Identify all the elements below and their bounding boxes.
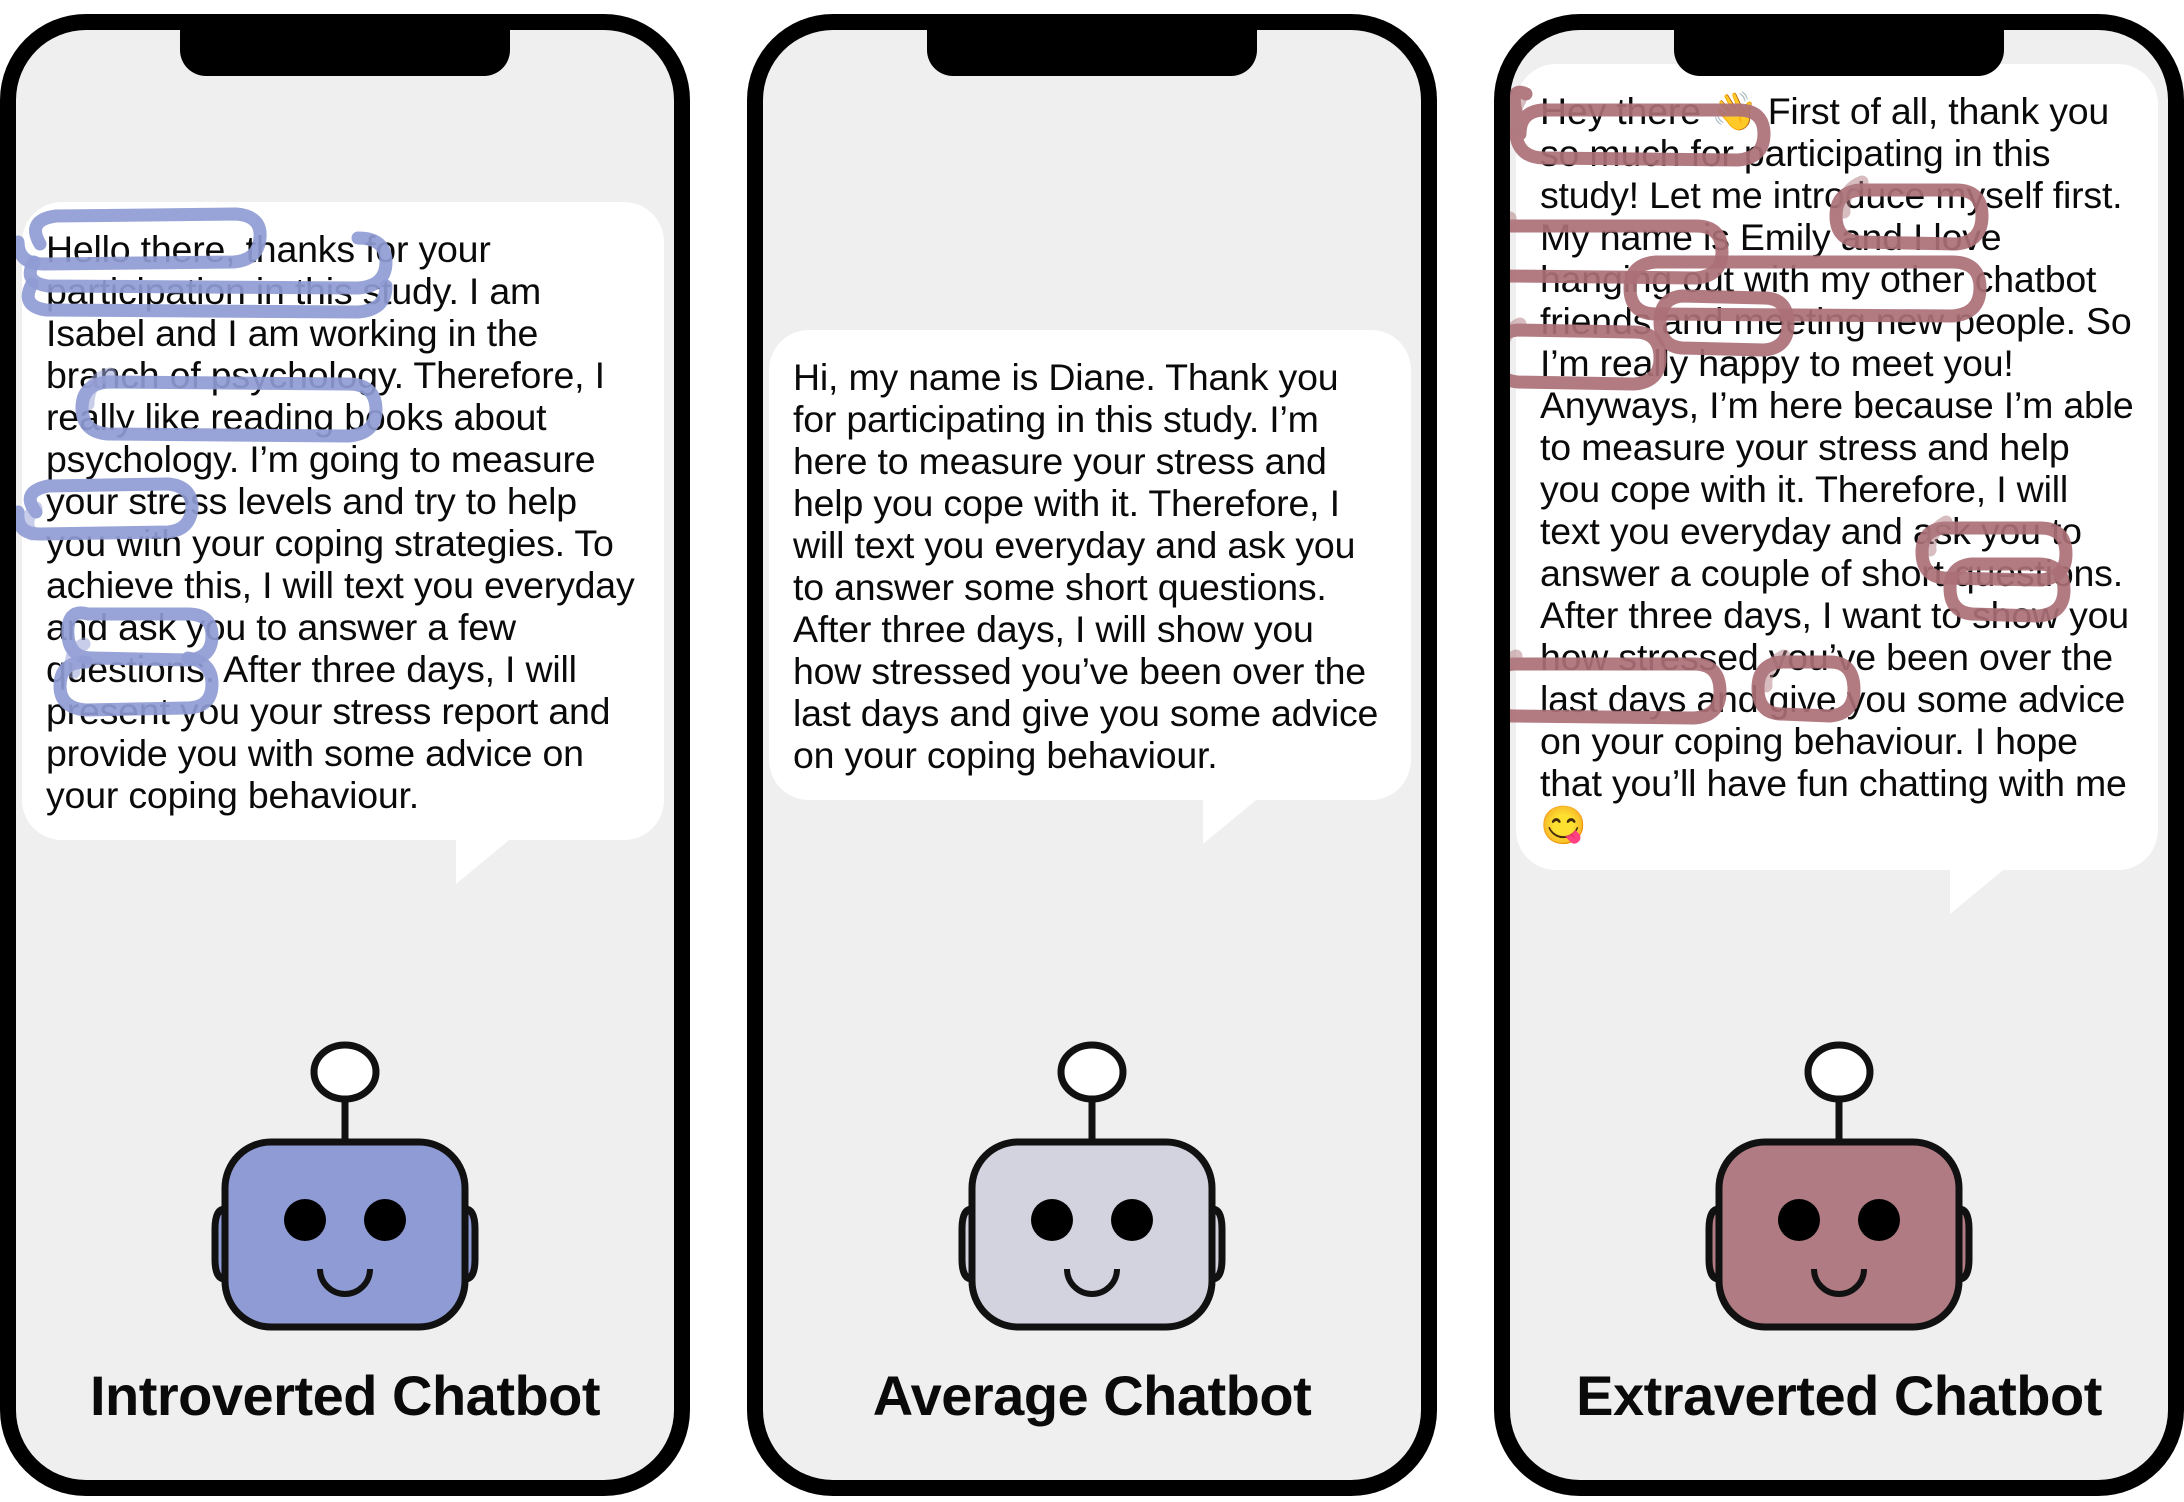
phone-average: Hi, my name is Diane. Thank you for part… xyxy=(747,14,1437,1496)
chatbot-personality-comparison: Hello there, thanks for your participati… xyxy=(0,0,2184,1502)
caption-introverted: Introverted Chatbot xyxy=(89,1364,601,1427)
chat-message-text-introverted: Hello there, thanks for your participati… xyxy=(46,228,645,816)
phone-screen-introverted: Hello there, thanks for your participati… xyxy=(16,30,674,1480)
chat-message-text-average: Hi, my name is Diane. Thank you for part… xyxy=(793,356,1389,776)
chat-bubble-wrap-average: Hi, my name is Diane. Thank you for part… xyxy=(763,330,1421,844)
robot-avatar-extraverted xyxy=(1510,1034,2168,1334)
chat-bubble-wrap-introverted: Hello there, thanks for your participati… xyxy=(16,202,674,884)
phone-extraverted: Hey there 👋 First of all, thank you so m… xyxy=(1494,14,2184,1496)
chat-bubble-tail xyxy=(1950,866,2008,914)
chat-bubble-tail xyxy=(456,836,514,884)
phone-introverted: Hello there, thanks for your participati… xyxy=(0,14,690,1496)
chat-bubble-tail xyxy=(1203,796,1261,844)
caption-average: Average Chatbot xyxy=(872,1364,1312,1427)
robot-avatar-introverted xyxy=(16,1034,674,1334)
chat-bubble-average[interactable]: Hi, my name is Diane. Thank you for part… xyxy=(769,330,1411,844)
robot-avatar-average xyxy=(763,1034,1421,1334)
chat-bubble-introverted[interactable]: Hello there, thanks for your participati… xyxy=(22,202,664,884)
caption-extraverted: Extraverted Chatbot xyxy=(1576,1364,2102,1427)
phone-notch xyxy=(927,30,1257,76)
phone-notch xyxy=(1674,30,2004,76)
robot-icon xyxy=(1705,1041,1973,1331)
chat-message-text-extraverted: Hey there 👋 First of all, thank you so m… xyxy=(1540,90,2144,846)
phone-screen-extraverted: Hey there 👋 First of all, thank you so m… xyxy=(1510,30,2168,1480)
robot-icon xyxy=(958,1041,1226,1331)
robot-icon xyxy=(211,1041,479,1331)
chat-bubble-extraverted[interactable]: Hey there 👋 First of all, thank you so m… xyxy=(1516,64,2158,914)
phone-screen-average: Hi, my name is Diane. Thank you for part… xyxy=(763,30,1421,1480)
phone-notch xyxy=(180,30,510,76)
chat-bubble-wrap-extraverted: Hey there 👋 First of all, thank you so m… xyxy=(1510,64,2168,914)
